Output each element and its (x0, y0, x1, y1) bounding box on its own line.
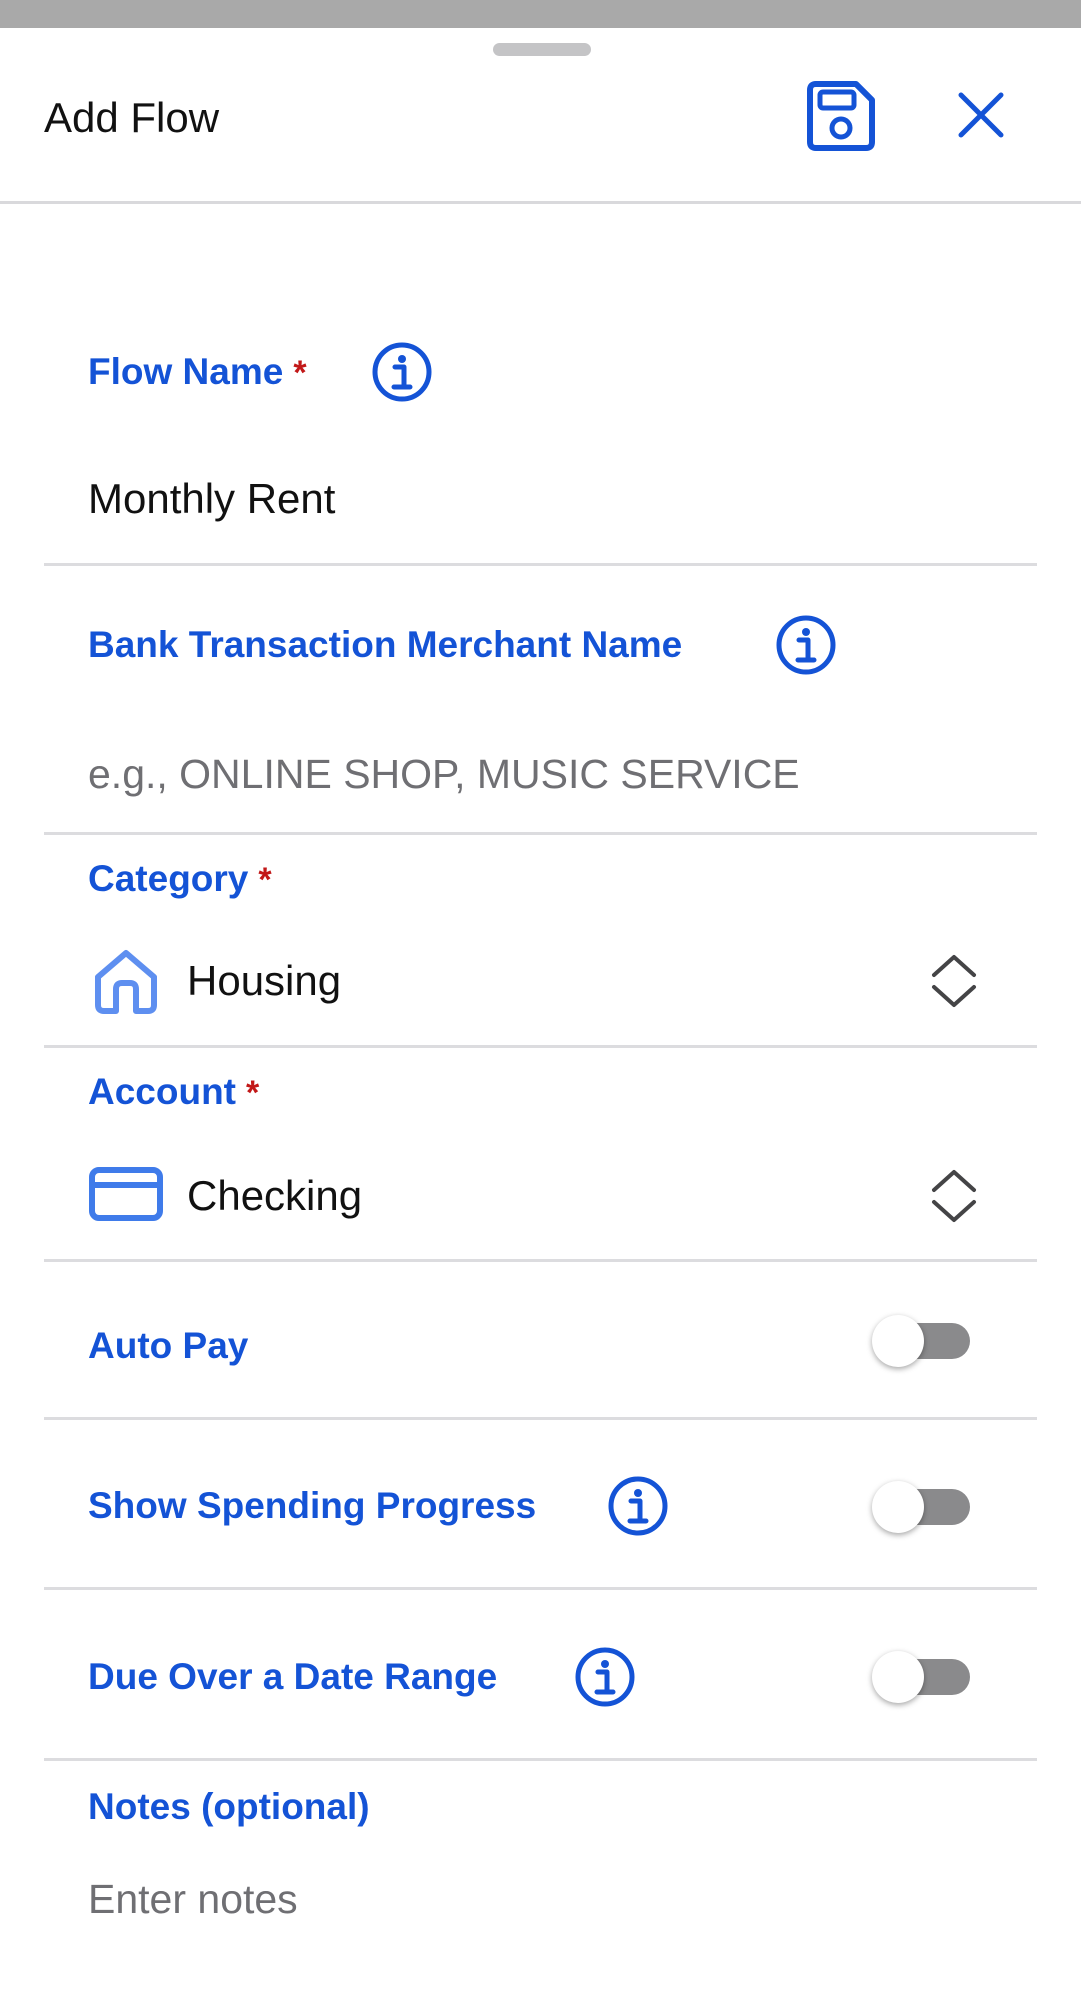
toggle-knob (872, 1315, 924, 1367)
close-button[interactable] (955, 89, 1007, 141)
merchant-name-section: Bank Transaction Merchant Name e.g., ONL… (44, 566, 1037, 835)
show-spending-progress-info-icon[interactable] (607, 1475, 669, 1537)
page-title: Add Flow (44, 94, 220, 141)
toggle-knob (872, 1651, 924, 1703)
notes-input[interactable]: Enter notes (88, 1871, 298, 1927)
bottom-sheet: Add Flow Flow Name * Monthly Rent Bank T… (0, 28, 1081, 1999)
flow-name-info-icon[interactable] (371, 341, 433, 403)
toggle-knob (872, 1481, 924, 1533)
save-icon (807, 81, 875, 151)
due-over-date-range-info-icon[interactable] (574, 1646, 636, 1708)
flow-name-input[interactable]: Monthly Rent (88, 471, 335, 527)
credit-card-icon (88, 1164, 163, 1236)
required-asterisk: * (258, 861, 272, 899)
account-label: Account * (88, 1068, 259, 1117)
chevron-up-down-icon (930, 953, 978, 1009)
required-asterisk: * (246, 1074, 260, 1112)
category-section[interactable]: Category * Housing (44, 835, 1037, 1048)
flow-name-section: Flow Name * Monthly Rent (44, 201, 1037, 566)
save-button[interactable] (806, 80, 876, 152)
notes-section: Notes (optional) Enter notes (44, 1761, 1037, 1999)
show-spending-progress-label: Show Spending Progress (88, 1485, 537, 1526)
category-value: Housing (187, 957, 342, 1004)
flow-name-label-text: Flow Name (88, 351, 284, 392)
due-over-date-range-label: Due Over a Date Range (88, 1656, 498, 1697)
auto-pay-label: Auto Pay (88, 1325, 249, 1366)
due-over-date-range-toggle[interactable] (872, 1648, 972, 1704)
auto-pay-section: Auto Pay (44, 1262, 1037, 1420)
flow-name-label: Flow Name * (88, 348, 307, 397)
show-spending-progress-toggle[interactable] (872, 1478, 972, 1534)
category-label: Category * (88, 855, 272, 904)
sheet-header: Add Flow (0, 28, 1081, 204)
house-icon (90, 945, 162, 1017)
add-flow-page: Add Flow Flow Name * Monthly Rent Bank T… (0, 0, 1081, 1999)
merchant-name-input[interactable]: e.g., ONLINE SHOP, MUSIC SERVICE (88, 746, 800, 802)
chevron-up-down-icon (930, 1168, 978, 1224)
account-value: Checking (187, 1172, 363, 1219)
account-section[interactable]: Account * Checking (44, 1048, 1037, 1262)
backdrop-strip (0, 0, 1081, 28)
merchant-name-info-icon[interactable] (775, 614, 837, 676)
due-over-date-range-section: Due Over a Date Range (44, 1590, 1037, 1761)
show-spending-progress-section: Show Spending Progress (44, 1420, 1037, 1590)
notes-label: Notes (optional) (88, 1786, 370, 1827)
account-label-text: Account (88, 1071, 236, 1112)
required-asterisk: * (293, 354, 307, 392)
merchant-name-label: Bank Transaction Merchant Name (88, 624, 683, 665)
auto-pay-toggle[interactable] (872, 1312, 972, 1368)
close-icon (958, 92, 1004, 138)
category-label-text: Category (88, 858, 249, 899)
